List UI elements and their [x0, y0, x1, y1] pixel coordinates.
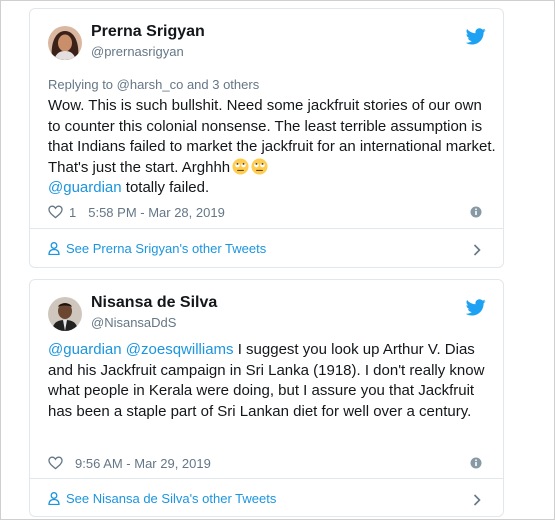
rolling-eyes-emoji	[251, 157, 268, 175]
twitter-bird-icon[interactable]	[466, 299, 486, 316]
rolling-eyes-emoji	[232, 157, 249, 175]
chevron-right-icon[interactable]	[473, 244, 481, 256]
other-tweets-label[interactable]: See Nisansa de Silva's other Tweets	[66, 491, 276, 506]
heart-icon[interactable]	[48, 205, 63, 219]
tweet-text-main: Wow. This is such bullshit. Need some ja…	[48, 97, 496, 176]
other-tweets-label[interactable]: See Prerna Srigyan's other Tweets	[66, 241, 266, 256]
chevron-right-icon[interactable]	[473, 494, 481, 506]
timestamp[interactable]: 9:56 AM - Mar 29, 2019	[75, 456, 211, 471]
info-icon[interactable]	[470, 206, 482, 218]
avatar[interactable]	[48, 297, 82, 331]
person-icon	[48, 492, 60, 505]
replying-to[interactable]: Replying to @harsh_co and 3 others	[48, 77, 259, 92]
display-name[interactable]: Prerna Srigyan	[91, 23, 205, 41]
mention-link[interactable]: @zoesqwilliams	[126, 341, 234, 358]
display-name[interactable]: Nisansa de Silva	[91, 294, 217, 312]
tweet-meta: 9:56 AM - Mar 29, 2019	[48, 454, 211, 472]
avatar[interactable]	[48, 26, 82, 60]
person-icon	[48, 242, 60, 255]
info-icon[interactable]	[470, 457, 482, 469]
mention-link[interactable]: @guardian	[48, 179, 122, 196]
like-count: 1	[69, 204, 77, 220]
tweet-meta: 1 5:58 PM - Mar 28, 2019	[48, 203, 225, 221]
timestamp[interactable]: 5:58 PM - Mar 28, 2019	[88, 205, 225, 220]
twitter-bird-icon[interactable]	[466, 28, 486, 45]
tweet-text: Wow. This is such bullshit. Need some ja…	[48, 96, 496, 199]
divider	[30, 478, 503, 479]
divider	[30, 228, 503, 229]
tweet-text: @guardian @zoesqwilliams I suggest you l…	[48, 340, 496, 422]
other-tweets-link[interactable]: See Prerna Srigyan's other Tweets	[48, 241, 266, 256]
tweet-card: Nisansa de Silva @NisansaDdS @guardian @…	[29, 279, 504, 517]
other-tweets-link[interactable]: See Nisansa de Silva's other Tweets	[48, 491, 276, 506]
user-handle[interactable]: @prernasrigyan	[91, 44, 184, 59]
mention-link[interactable]: @guardian	[48, 341, 122, 358]
user-handle[interactable]: @NisansaDdS	[91, 315, 176, 330]
tweet-text-tail: totally failed.	[121, 179, 210, 196]
tweet-card: Prerna Srigyan @prernasrigyan Replying t…	[29, 8, 504, 268]
heart-icon[interactable]	[48, 456, 63, 470]
